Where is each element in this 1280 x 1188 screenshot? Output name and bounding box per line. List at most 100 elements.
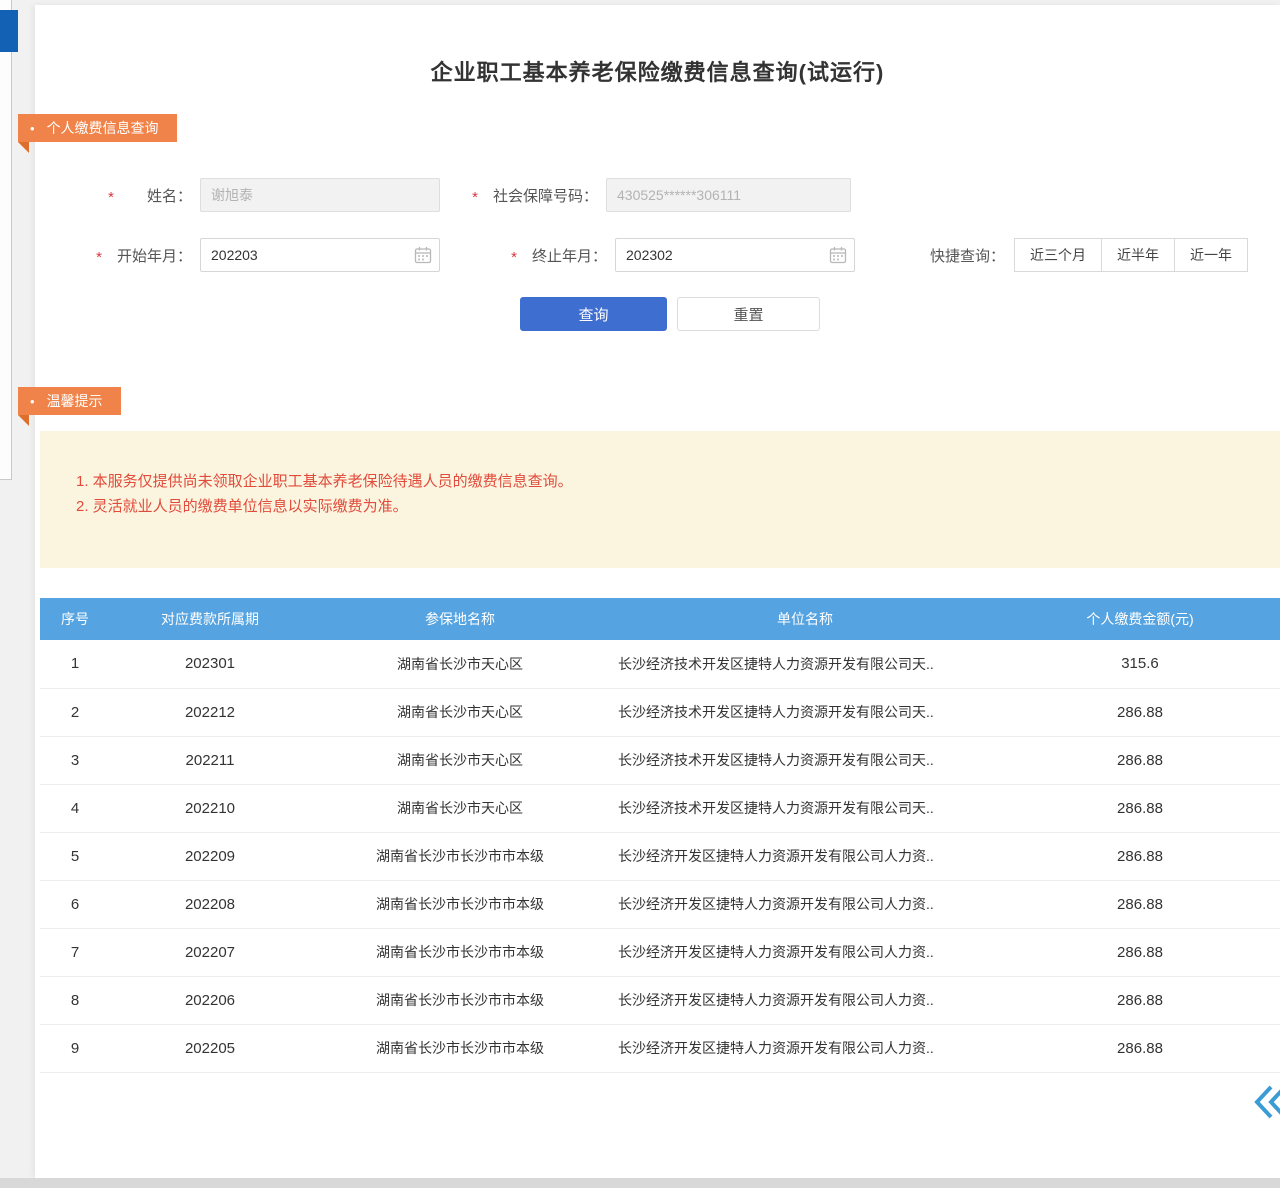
- bullet-icon: •: [30, 388, 35, 416]
- required-asterisk: *: [106, 189, 116, 206]
- table-cell: 长沙经济技术开发区捷特人力资源开发有限公司天..: [610, 736, 1000, 784]
- name-input[interactable]: [200, 178, 440, 212]
- table-row: 2202212湖南省长沙市天心区长沙经济技术开发区捷特人力资源开发有限公司天..…: [40, 688, 1280, 736]
- page-title: 企业职工基本养老保险缴费信息查询(试运行): [35, 55, 1280, 87]
- table-cell: 湖南省长沙市天心区: [310, 688, 610, 736]
- table-cell: 长沙经济开发区捷特人力资源开发有限公司人力资..: [610, 976, 1000, 1024]
- table-row: 6202208湖南省长沙市长沙市市本级长沙经济开发区捷特人力资源开发有限公司人力…: [40, 880, 1280, 928]
- table-cell: 202209: [110, 832, 310, 880]
- table-cell: 202212: [110, 688, 310, 736]
- start-month-label: 开始年月：: [108, 245, 192, 266]
- table-row: 7202207湖南省长沙市长沙市市本级长沙经济开发区捷特人力资源开发有限公司人力…: [40, 928, 1280, 976]
- table-cell: 湖南省长沙市天心区: [310, 736, 610, 784]
- ssn-input[interactable]: [606, 178, 851, 212]
- ssn-field-group: * 社会保障号码：: [470, 178, 851, 212]
- end-month-input[interactable]: [615, 238, 855, 272]
- table-cell: 长沙经济开发区捷特人力资源开发有限公司人力资..: [610, 880, 1000, 928]
- table-cell: 4: [40, 784, 110, 832]
- table-cell: 202210: [110, 784, 310, 832]
- badge-fold-icon: [18, 142, 29, 153]
- table-row: 3202211湖南省长沙市天心区长沙经济技术开发区捷特人力资源开发有限公司天..…: [40, 736, 1280, 784]
- table-cell: 6: [40, 880, 110, 928]
- required-asterisk: *: [470, 189, 480, 206]
- header-seq: 序号: [40, 598, 110, 640]
- table-cell: 315.6: [1000, 640, 1280, 688]
- section-badge-tips: • 温馨提示: [18, 387, 121, 415]
- table-cell: 2: [40, 688, 110, 736]
- table-cell: 286.88: [1000, 736, 1280, 784]
- table-cell: 202206: [110, 976, 310, 1024]
- table-cell: 5: [40, 832, 110, 880]
- table-cell: 湖南省长沙市天心区: [310, 784, 610, 832]
- table-row: 5202209湖南省长沙市长沙市市本级长沙经济开发区捷特人力资源开发有限公司人力…: [40, 832, 1280, 880]
- query-button[interactable]: 查询: [520, 297, 667, 331]
- table-cell: 湖南省长沙市长沙市市本级: [310, 928, 610, 976]
- table-cell: 202208: [110, 880, 310, 928]
- table-header-row: 序号 对应费款所属期 参保地名称 单位名称 个人缴费金额(元): [40, 598, 1280, 640]
- bottom-bar: [0, 1178, 1280, 1188]
- table-cell: 202207: [110, 928, 310, 976]
- table-cell: 286.88: [1000, 784, 1280, 832]
- section-badge-query: • 个人缴费信息查询: [18, 114, 177, 142]
- table-cell: 1: [40, 640, 110, 688]
- table-cell: 8: [40, 976, 110, 1024]
- ssn-label: 社会保障号码：: [484, 185, 598, 206]
- table-row: 8202206湖南省长沙市长沙市市本级长沙经济开发区捷特人力资源开发有限公司人力…: [40, 976, 1280, 1024]
- quick-range-6m-button[interactable]: 近半年: [1101, 238, 1175, 272]
- table-cell: 长沙经济开发区捷特人力资源开发有限公司人力资..: [610, 832, 1000, 880]
- end-month-group: * 终止年月：: [509, 238, 855, 272]
- table-cell: 湖南省长沙市长沙市市本级: [310, 832, 610, 880]
- table-cell: 长沙经济技术开发区捷特人力资源开发有限公司天..: [610, 640, 1000, 688]
- table-cell: 286.88: [1000, 688, 1280, 736]
- quick-range-3m-button[interactable]: 近三个月: [1014, 238, 1102, 272]
- table-cell: 286.88: [1000, 880, 1280, 928]
- required-asterisk: *: [94, 249, 104, 266]
- table-cell: 202205: [110, 1024, 310, 1072]
- calendar-icon[interactable]: [413, 245, 433, 265]
- notice-line: 2. 灵活就业人员的缴费单位信息以实际缴费为准。: [76, 494, 1260, 519]
- table-cell: 3: [40, 736, 110, 784]
- name-label: 姓名：: [120, 185, 192, 206]
- table-cell: 长沙经济开发区捷特人力资源开发有限公司人力资..: [610, 928, 1000, 976]
- table-cell: 湖南省长沙市长沙市市本级: [310, 1024, 610, 1072]
- table-cell: 9: [40, 1024, 110, 1072]
- quick-query-label: 快捷查询：: [930, 245, 1005, 266]
- sidebar-collapsed-tab[interactable]: [0, 10, 18, 52]
- table-cell: 长沙经济开发区捷特人力资源开发有限公司人力资..: [610, 1024, 1000, 1072]
- notice-box: 1. 本服务仅提供尚未领取企业职工基本养老保险待遇人员的缴费信息查询。 2. 灵…: [40, 431, 1280, 568]
- badge-fold-icon: [18, 415, 29, 426]
- double-chevron-left-icon[interactable]: [1252, 1082, 1280, 1122]
- start-month-input[interactable]: [200, 238, 440, 272]
- page: 企业职工基本养老保险缴费信息查询(试运行) • 个人缴费信息查询 * 姓名： * …: [0, 0, 1280, 1188]
- table-cell: 湖南省长沙市长沙市市本级: [310, 976, 610, 1024]
- quick-range-1y-button[interactable]: 近一年: [1174, 238, 1248, 272]
- table-cell: 长沙经济技术开发区捷特人力资源开发有限公司天..: [610, 688, 1000, 736]
- left-collapsed-panel: [0, 0, 12, 480]
- reset-button[interactable]: 重置: [677, 297, 820, 331]
- table-row: 4202210湖南省长沙市天心区长沙经济技术开发区捷特人力资源开发有限公司天..…: [40, 784, 1280, 832]
- header-insured-place: 参保地名称: [310, 598, 610, 640]
- bullet-icon: •: [30, 115, 35, 143]
- section-badge-tips-label: 温馨提示: [47, 393, 103, 409]
- payments-table: 序号 对应费款所属期 参保地名称 单位名称 个人缴费金额(元) 1202301湖…: [40, 598, 1280, 1073]
- table-row: 1202301湖南省长沙市天心区长沙经济技术开发区捷特人力资源开发有限公司天..…: [40, 640, 1280, 688]
- notice-line: 1. 本服务仅提供尚未领取企业职工基本养老保险待遇人员的缴费信息查询。: [76, 469, 1260, 494]
- calendar-icon[interactable]: [828, 245, 848, 265]
- table-cell: 286.88: [1000, 1024, 1280, 1072]
- table-cell: 湖南省长沙市长沙市市本级: [310, 880, 610, 928]
- table-cell: 7: [40, 928, 110, 976]
- table-cell: 286.88: [1000, 976, 1280, 1024]
- table-cell: 长沙经济技术开发区捷特人力资源开发有限公司天..: [610, 784, 1000, 832]
- table-row: 9202205湖南省长沙市长沙市市本级长沙经济开发区捷特人力资源开发有限公司人力…: [40, 1024, 1280, 1072]
- required-asterisk: *: [509, 249, 519, 266]
- table-cell: 湖南省长沙市天心区: [310, 640, 610, 688]
- header-amount: 个人缴费金额(元): [1000, 598, 1280, 640]
- section-badge-query-label: 个人缴费信息查询: [47, 120, 159, 136]
- table-cell: 202301: [110, 640, 310, 688]
- table-cell: 286.88: [1000, 928, 1280, 976]
- header-employer: 单位名称: [610, 598, 1000, 640]
- end-month-label: 终止年月：: [523, 245, 607, 266]
- table-cell: 202211: [110, 736, 310, 784]
- name-field-group: * 姓名：: [106, 178, 440, 212]
- start-month-group: * 开始年月：: [94, 238, 440, 272]
